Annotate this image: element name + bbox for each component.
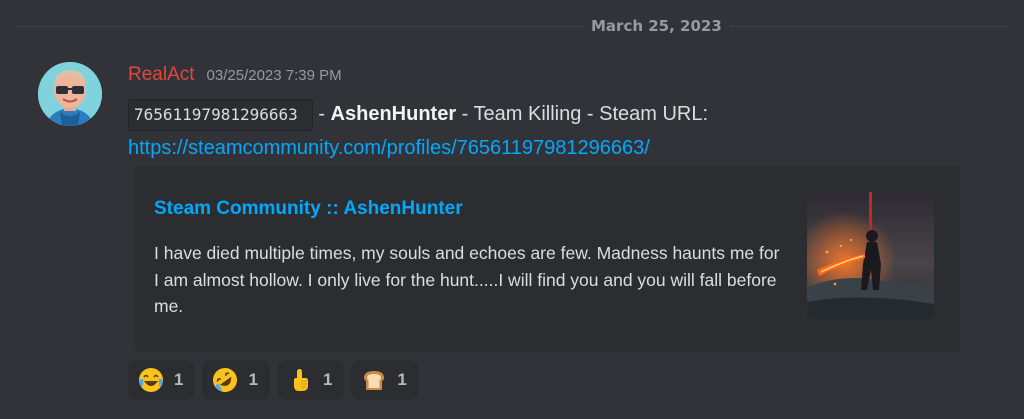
inline-code-steam-id: 76561197981296663 bbox=[128, 98, 313, 131]
reaction-joy[interactable]: 1 bbox=[128, 360, 196, 400]
separator-text: - bbox=[312, 103, 331, 125]
link-embed: Steam Community :: AshenHunter I have di… bbox=[135, 166, 960, 352]
reaction-count: 1 bbox=[322, 370, 333, 389]
message-header: RealAct 03/25/2023 7:39 PM bbox=[128, 62, 342, 88]
avatar[interactable] bbox=[38, 62, 102, 126]
message-content: 76561197981296663 - AshenHunter - Team K… bbox=[128, 97, 988, 165]
chat-message-area: March 25, 2023 RealAct 03/25/2023 7:39 P… bbox=[0, 0, 1024, 419]
reaction-point-up[interactable]: 1 bbox=[276, 360, 345, 400]
reaction-bread[interactable]: 1 bbox=[351, 360, 419, 400]
embed-title-link[interactable]: Steam Community :: AshenHunter bbox=[154, 198, 463, 220]
date-divider bbox=[16, 26, 1008, 27]
message-timestamp[interactable]: 03/25/2023 7:39 PM bbox=[207, 67, 342, 84]
pointing-up-hand-icon bbox=[287, 367, 313, 393]
reaction-count: 1 bbox=[174, 370, 184, 389]
face-with-tears-of-joy-icon bbox=[138, 367, 164, 393]
steam-profile-link[interactable]: https://steamcommunity.com/profiles/7656… bbox=[128, 137, 650, 159]
reaction-count: 1 bbox=[397, 370, 407, 389]
reactions-bar: 1 1 1 1 bbox=[128, 360, 419, 400]
username[interactable]: RealAct bbox=[128, 62, 195, 88]
reaction-rofl[interactable]: 1 bbox=[202, 360, 270, 400]
reaction-count: 1 bbox=[248, 370, 258, 389]
bread-icon bbox=[361, 367, 387, 393]
rolling-on-floor-laughing-icon bbox=[212, 367, 238, 393]
embed-thumbnail[interactable] bbox=[807, 192, 934, 319]
player-name: AshenHunter bbox=[330, 103, 457, 125]
embed-description: I have died multiple times, my souls and… bbox=[154, 243, 780, 316]
date-divider-label: March 25, 2023 bbox=[584, 17, 729, 35]
reason-text: - Team Killing - Steam URL: bbox=[456, 103, 709, 125]
